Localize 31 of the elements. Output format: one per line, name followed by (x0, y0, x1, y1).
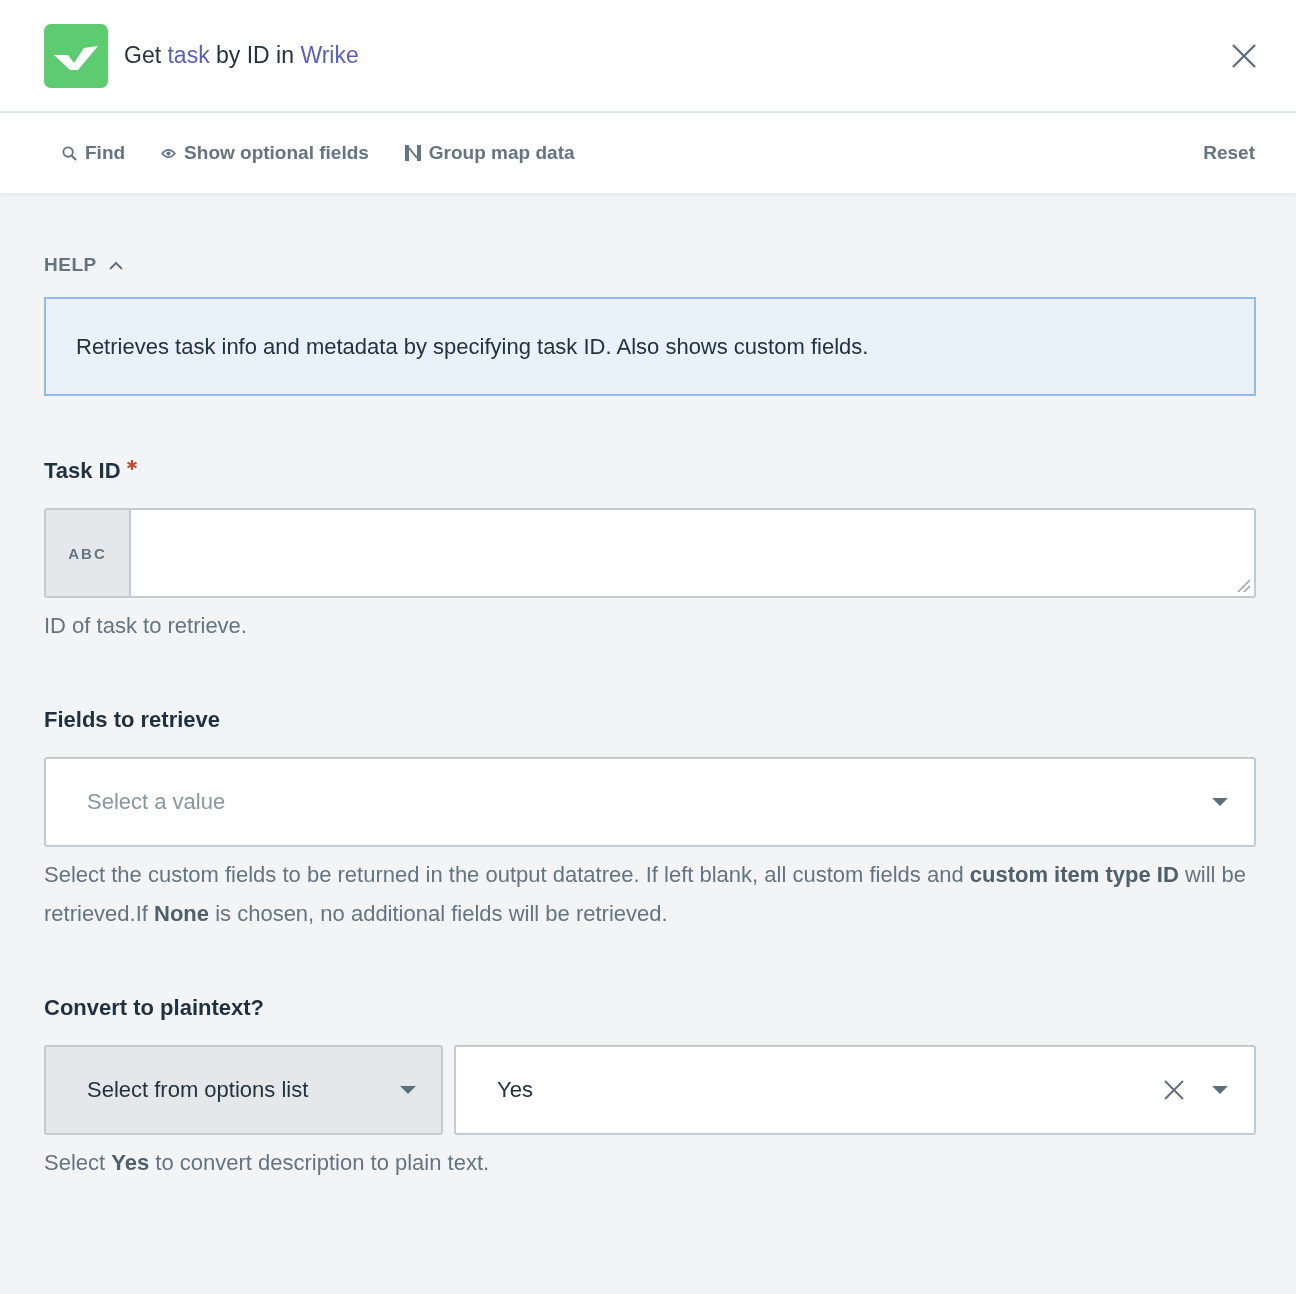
close-button[interactable] (1230, 41, 1258, 70)
caret-icon (1212, 798, 1228, 806)
group-map-data-button[interactable]: Group map data (386, 132, 593, 174)
resize-handle-icon[interactable] (1237, 579, 1251, 593)
app-logo-icon (44, 23, 108, 88)
type-label: ABC (44, 508, 131, 598)
eye-icon (161, 147, 177, 159)
show-optional-fields-button[interactable]: Show optional fields (143, 132, 387, 174)
find-button[interactable]: Find (44, 132, 144, 174)
field-hint: ID of task to retrieve. (44, 612, 248, 640)
close-icon (1232, 43, 1256, 68)
field-label: Convert to plaintext? (44, 994, 264, 1022)
field-hint: Select Yes to convert description to plain text. (44, 1149, 491, 1177)
caret-icon (400, 1086, 416, 1094)
value-select-field[interactable]: Yes (454, 1045, 1256, 1135)
field-label: Task ID (44, 457, 121, 485)
help-toggle[interactable]: HELP (44, 253, 123, 277)
reset-button[interactable]: Reset (1185, 132, 1273, 174)
group-icon (404, 145, 421, 161)
field-hint: Select the custom fields to be returned in the output datatree. If left blank, all custom fields and custom item type ID will be retrieved.If None is chosen, no additional fields will be retrieved. (44, 861, 1248, 928)
caret-icon (1212, 1086, 1228, 1094)
panel-title: Get task by ID in Wrike (124, 42, 360, 69)
task-id-field[interactable] (131, 508, 1256, 598)
clear-button[interactable] (1163, 1079, 1185, 1101)
input-mode-dropdown[interactable]: Select from options list (44, 1045, 443, 1135)
search-icon (62, 145, 77, 161)
chevron-icon (108, 260, 123, 270)
help-text: Retrieves task info and metadata by specifying task ID. Also shows custom fields. (44, 297, 1256, 396)
field-label: Fields to retrieve (44, 706, 221, 734)
select-field[interactable]: Select a value (44, 757, 1256, 847)
close-icon (1164, 1080, 1184, 1100)
